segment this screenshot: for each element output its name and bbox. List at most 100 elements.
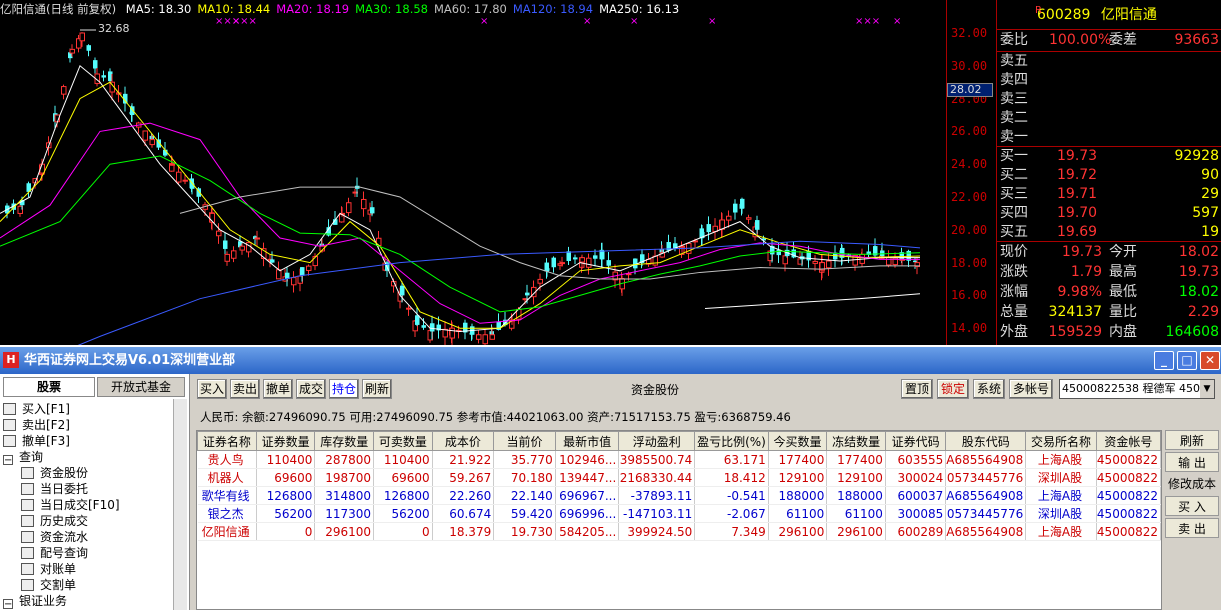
column-header[interactable]: 库存数量 [314, 431, 375, 451]
minimize-icon[interactable]: _ [1154, 351, 1174, 370]
candle [579, 257, 585, 263]
nav-item[interactable]: 配号查询 [3, 545, 173, 561]
candle [449, 327, 455, 339]
table-cell: 19.730 [493, 522, 556, 541]
toolbar-button[interactable]: 刷新 [362, 379, 392, 399]
side-button[interactable]: 输 出 [1165, 452, 1219, 472]
side-button[interactable]: 卖 出 [1165, 518, 1219, 538]
window-titlebar[interactable]: H 华西证券网上交易V6.01深圳营业部 _ □ ✕ [0, 347, 1221, 374]
doc-icon [21, 531, 34, 543]
table-cell: -37893.11 [618, 486, 696, 505]
stat-label2: 最低 [1109, 284, 1137, 300]
signal-mark: × [708, 16, 716, 27]
ma-label: MA10: 18.44 [197, 2, 271, 16]
buy-volume: 597 [1192, 205, 1219, 221]
table-cell: 300024 [885, 468, 947, 487]
column-header[interactable]: 证券数量 [255, 431, 316, 451]
collapse-icon: − [3, 599, 13, 610]
sell-icon [3, 419, 16, 431]
stat-row: 涨幅 9.98% 最低 18.02 [997, 283, 1221, 302]
table-cell: 63.171 [694, 450, 769, 469]
column-header[interactable]: 交易所名称 [1025, 431, 1097, 451]
table-cell: 600289 [885, 522, 947, 541]
tab-stock[interactable]: 股票 [3, 377, 95, 397]
column-header[interactable]: 可卖数量 [373, 431, 433, 451]
table-cell: 126800 [256, 486, 316, 505]
candle [566, 251, 571, 262]
tool-button[interactable]: 多帐号 [1009, 379, 1053, 399]
candle [370, 207, 375, 214]
column-header[interactable]: 今买数量 [767, 431, 828, 451]
table-cell: 287800 [314, 450, 375, 469]
nav-item[interactable]: 对账单 [3, 561, 173, 577]
nav-item[interactable]: 交割单 [3, 577, 173, 593]
kline-chart[interactable]: ××××× × × × × × ××× × 亿阳信通(日线 前复权) MA5: 18.30 MA… [0, 0, 946, 378]
close-icon[interactable]: ✕ [1200, 351, 1220, 370]
signal-mark: ××× [855, 16, 880, 27]
ma-legend: 亿阳信通(日线 前复权) MA5: 18.30 MA10: 18.44 MA20: … [0, 2, 691, 16]
buy-volume: 29 [1201, 186, 1219, 202]
candle [733, 203, 738, 213]
toolbar-button[interactable]: 成交 [296, 379, 326, 399]
column-header[interactable]: 盈亏比例(%) [694, 431, 769, 451]
tool-button[interactable]: 系统 [973, 379, 1005, 399]
side-button[interactable]: 刷新 [1165, 430, 1219, 450]
nav-item[interactable]: 历史成交 [3, 513, 173, 529]
nav-item[interactable]: 当日成交[F10] [3, 497, 173, 513]
nav-item[interactable]: − 查询 [3, 449, 173, 466]
price-tick: 32.00 [951, 26, 988, 40]
table-row[interactable]: 贵人鸟 110400 287800 110400 21.922 35.770 102946.… [197, 450, 1161, 469]
column-header[interactable]: 浮动盈利 [618, 431, 696, 451]
column-header[interactable]: 当前价 [493, 431, 556, 451]
column-header[interactable]: 证券代码 [884, 431, 947, 451]
nav-item[interactable]: 撤单[F3] [3, 433, 173, 449]
account-select[interactable]: 45000822538 程德军 4500 ▼ [1059, 379, 1215, 399]
candle [149, 139, 155, 146]
table-cell: 22.140 [493, 486, 556, 505]
table-cell: A685564908 [945, 450, 1027, 469]
tool-button[interactable]: 锁定 [937, 379, 969, 399]
column-header[interactable]: 成本价 [431, 431, 495, 451]
column-header[interactable]: 冻结数量 [826, 431, 886, 451]
table-cell: 110400 [256, 450, 316, 469]
doc-icon [21, 515, 34, 527]
toolbar-button[interactable]: 撤单 [263, 379, 293, 399]
doc-icon [21, 547, 34, 559]
tab-fund[interactable]: 开放式基金 [97, 377, 185, 397]
toolbar-button[interactable]: 买入 [197, 379, 227, 399]
table-row[interactable]: 银之杰 56200 117300 56200 60.674 59.420 696996...… [197, 504, 1161, 523]
kline-svg: ×××××× × × × × ××× × [0, 16, 921, 378]
table-cell: 126800 [373, 486, 433, 505]
maximize-icon[interactable]: □ [1177, 351, 1197, 370]
toolbar-button[interactable]: 卖出 [230, 379, 260, 399]
stat-label: 现价 [1000, 244, 1028, 260]
nav-item[interactable]: 资金股份 [3, 465, 173, 481]
buy-price: 19.72 [1057, 167, 1098, 183]
nav-item[interactable]: 当日委托 [3, 481, 173, 497]
table-cell: 188000 [826, 486, 886, 505]
column-header[interactable]: 证券名称 [197, 431, 257, 451]
nav-scrollbar[interactable] [173, 399, 187, 610]
column-header[interactable]: 资金帐号 [1095, 431, 1161, 451]
stat-value: 159529 [1048, 324, 1102, 340]
column-header[interactable]: 最新市值 [554, 431, 620, 451]
candle [537, 278, 543, 284]
nav-item[interactable]: 卖出[F2] [3, 417, 173, 433]
column-header[interactable]: 股东代码 [945, 431, 1027, 451]
table-row[interactable]: 歌华有线 126800 314800 126800 22.260 22.140 696967… [197, 486, 1161, 505]
table-row[interactable]: 亿阳信通 0 296100 0 18.379 19.730 584205... 399924.… [197, 522, 1161, 541]
nav-item[interactable]: 资金流水 [3, 529, 173, 545]
table-cell: 584205... [555, 522, 620, 541]
nav-item[interactable]: − 银证业务 [3, 593, 173, 610]
tool-button[interactable]: 置顶 [901, 379, 933, 399]
side-button[interactable]: 修改成本 [1165, 474, 1219, 494]
toolbar-button[interactable]: 持仓 [329, 379, 359, 399]
table-row[interactable]: 机器人 69600 198700 69600 59.267 70.180 139447...… [197, 468, 1161, 487]
side-button[interactable]: 买 入 [1165, 496, 1219, 516]
stat-label: 外盘 [1000, 324, 1028, 340]
ma-label: MA250: 16.13 [599, 2, 680, 16]
nav-item[interactable]: 买入[F1] [3, 401, 173, 417]
buy-volume: 19 [1201, 224, 1219, 240]
candle [545, 268, 550, 271]
chevron-down-icon[interactable]: ▼ [1200, 380, 1214, 398]
